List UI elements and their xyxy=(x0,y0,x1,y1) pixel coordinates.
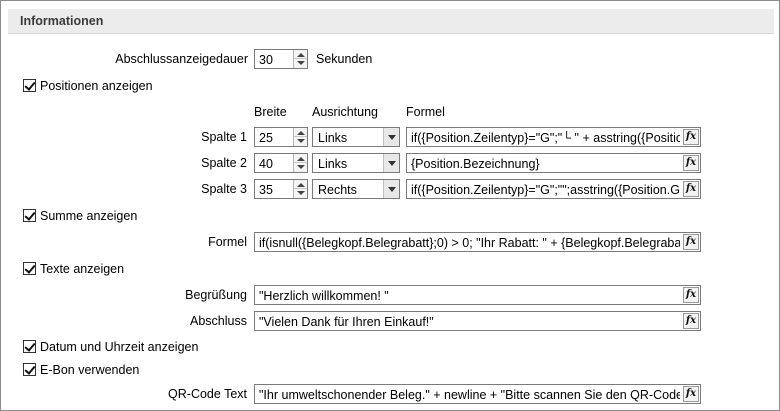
positionen-checkbox[interactable] xyxy=(23,79,36,92)
spin-arrows-icon[interactable] xyxy=(293,180,307,198)
begruessung-field[interactable]: "Herzlich willkommen! " fx xyxy=(254,285,701,305)
fx-icon[interactable]: fx xyxy=(683,313,699,329)
spalte-2-formel-value: {Position.Bezeichnung} xyxy=(411,157,540,171)
qr-code-field[interactable]: "Ihr umweltschonender Beleg." + newline … xyxy=(254,384,701,404)
spalte-2-label: Spalte 2 xyxy=(201,156,247,170)
begruessung-value: "Herzlich willkommen! " xyxy=(259,289,389,303)
ebon-checkbox[interactable] xyxy=(23,363,36,376)
spalte-1-breite-value: 25 xyxy=(259,131,273,145)
fx-icon[interactable]: fx xyxy=(683,129,699,145)
spin-arrows-icon[interactable] xyxy=(293,50,307,68)
abschluss-text-value: "Vielen Dank für Ihren Einkauf!" xyxy=(259,315,434,329)
abschluss-duration-value: 30 xyxy=(259,53,273,67)
qr-code-value: "Ihr umweltschonender Beleg." + newline … xyxy=(259,388,680,402)
spalte-1-label: Spalte 1 xyxy=(201,130,247,144)
abschluss-text-field[interactable]: "Vielen Dank für Ihren Einkauf!" fx xyxy=(254,311,701,331)
summe-formel-value: if(isnull({Belegkopf.Belegrabatt};0) > 0… xyxy=(259,236,680,250)
ebon-checkbox-label: E-Bon verwenden xyxy=(40,363,140,377)
texte-checkbox-label: Texte anzeigen xyxy=(40,262,125,276)
spalte-3-breite-spinner[interactable]: 35 xyxy=(254,179,308,199)
spalte-2-breite-spinner[interactable]: 40 xyxy=(254,153,308,173)
abschluss-text-label: Abschluss xyxy=(190,314,247,328)
abschluss-duration-spinner[interactable]: 30 xyxy=(254,49,308,69)
texte-checkbox[interactable] xyxy=(23,262,36,275)
abschluss-duration-unit: Sekunden xyxy=(316,52,373,66)
column-header-ausrichtung: Ausrichtung xyxy=(312,105,379,119)
spalte-3-formel-value: if({Position.Zeilentyp}="G";"";asstring(… xyxy=(411,183,680,197)
spalte-2-breite-value: 40 xyxy=(259,157,273,171)
qr-code-label: QR-Code Text xyxy=(168,387,247,401)
column-header-breite: Breite xyxy=(254,105,287,119)
begruessung-label: Begrüßung xyxy=(185,288,247,302)
summe-checkbox-label: Summe anzeigen xyxy=(40,209,138,223)
spalte-3-breite-value: 35 xyxy=(259,183,273,197)
fx-icon[interactable]: fx xyxy=(683,287,699,303)
spalte-3-label: Spalte 3 xyxy=(201,182,247,196)
section-title: Informationen xyxy=(20,14,104,28)
spalte-2-ausrichtung-select[interactable]: Links xyxy=(312,153,400,173)
spalte-1-breite-spinner[interactable]: 25 xyxy=(254,127,308,147)
spalte-1-ausrichtung-value: Links xyxy=(318,131,348,145)
spalte-1-ausrichtung-select[interactable]: Links xyxy=(312,127,400,147)
chevron-down-icon[interactable] xyxy=(383,180,399,198)
summe-formel-label: Formel xyxy=(208,235,247,249)
column-header-formel: Formel xyxy=(406,105,445,119)
spin-arrows-icon[interactable] xyxy=(293,154,307,172)
datum-checkbox-label: Datum und Uhrzeit anzeigen xyxy=(40,340,199,354)
spin-arrows-icon[interactable] xyxy=(293,128,307,146)
chevron-down-icon[interactable] xyxy=(383,154,399,172)
spalte-1-formel-field[interactable]: if({Position.Zeilentyp}="G";"└ " + asstr… xyxy=(406,127,701,147)
datum-checkbox[interactable] xyxy=(23,340,36,353)
abschluss-duration-label: Abschlussanzeigedauer xyxy=(115,52,248,66)
spalte-3-ausrichtung-value: Rechts xyxy=(318,183,357,197)
settings-panel: Informationen Abschlussanzeigedauer 30 S… xyxy=(0,0,780,411)
positionen-checkbox-label: Positionen anzeigen xyxy=(40,79,153,93)
fx-icon[interactable]: fx xyxy=(683,234,699,250)
spalte-3-formel-field[interactable]: if({Position.Zeilentyp}="G";"";asstring(… xyxy=(406,179,701,199)
spalte-2-formel-field[interactable]: {Position.Bezeichnung} fx xyxy=(406,153,701,173)
chevron-down-icon[interactable] xyxy=(383,128,399,146)
summe-checkbox[interactable] xyxy=(23,209,36,222)
spalte-1-formel-value: if({Position.Zeilentyp}="G";"└ " + asstr… xyxy=(411,131,680,145)
spalte-3-ausrichtung-select[interactable]: Rechts xyxy=(312,179,400,199)
section-header: Informationen xyxy=(8,9,774,34)
fx-icon[interactable]: fx xyxy=(683,155,699,171)
fx-icon[interactable]: fx xyxy=(683,386,699,402)
fx-icon[interactable]: fx xyxy=(683,181,699,197)
spalte-2-ausrichtung-value: Links xyxy=(318,157,348,171)
summe-formel-field[interactable]: if(isnull({Belegkopf.Belegrabatt};0) > 0… xyxy=(254,232,701,252)
